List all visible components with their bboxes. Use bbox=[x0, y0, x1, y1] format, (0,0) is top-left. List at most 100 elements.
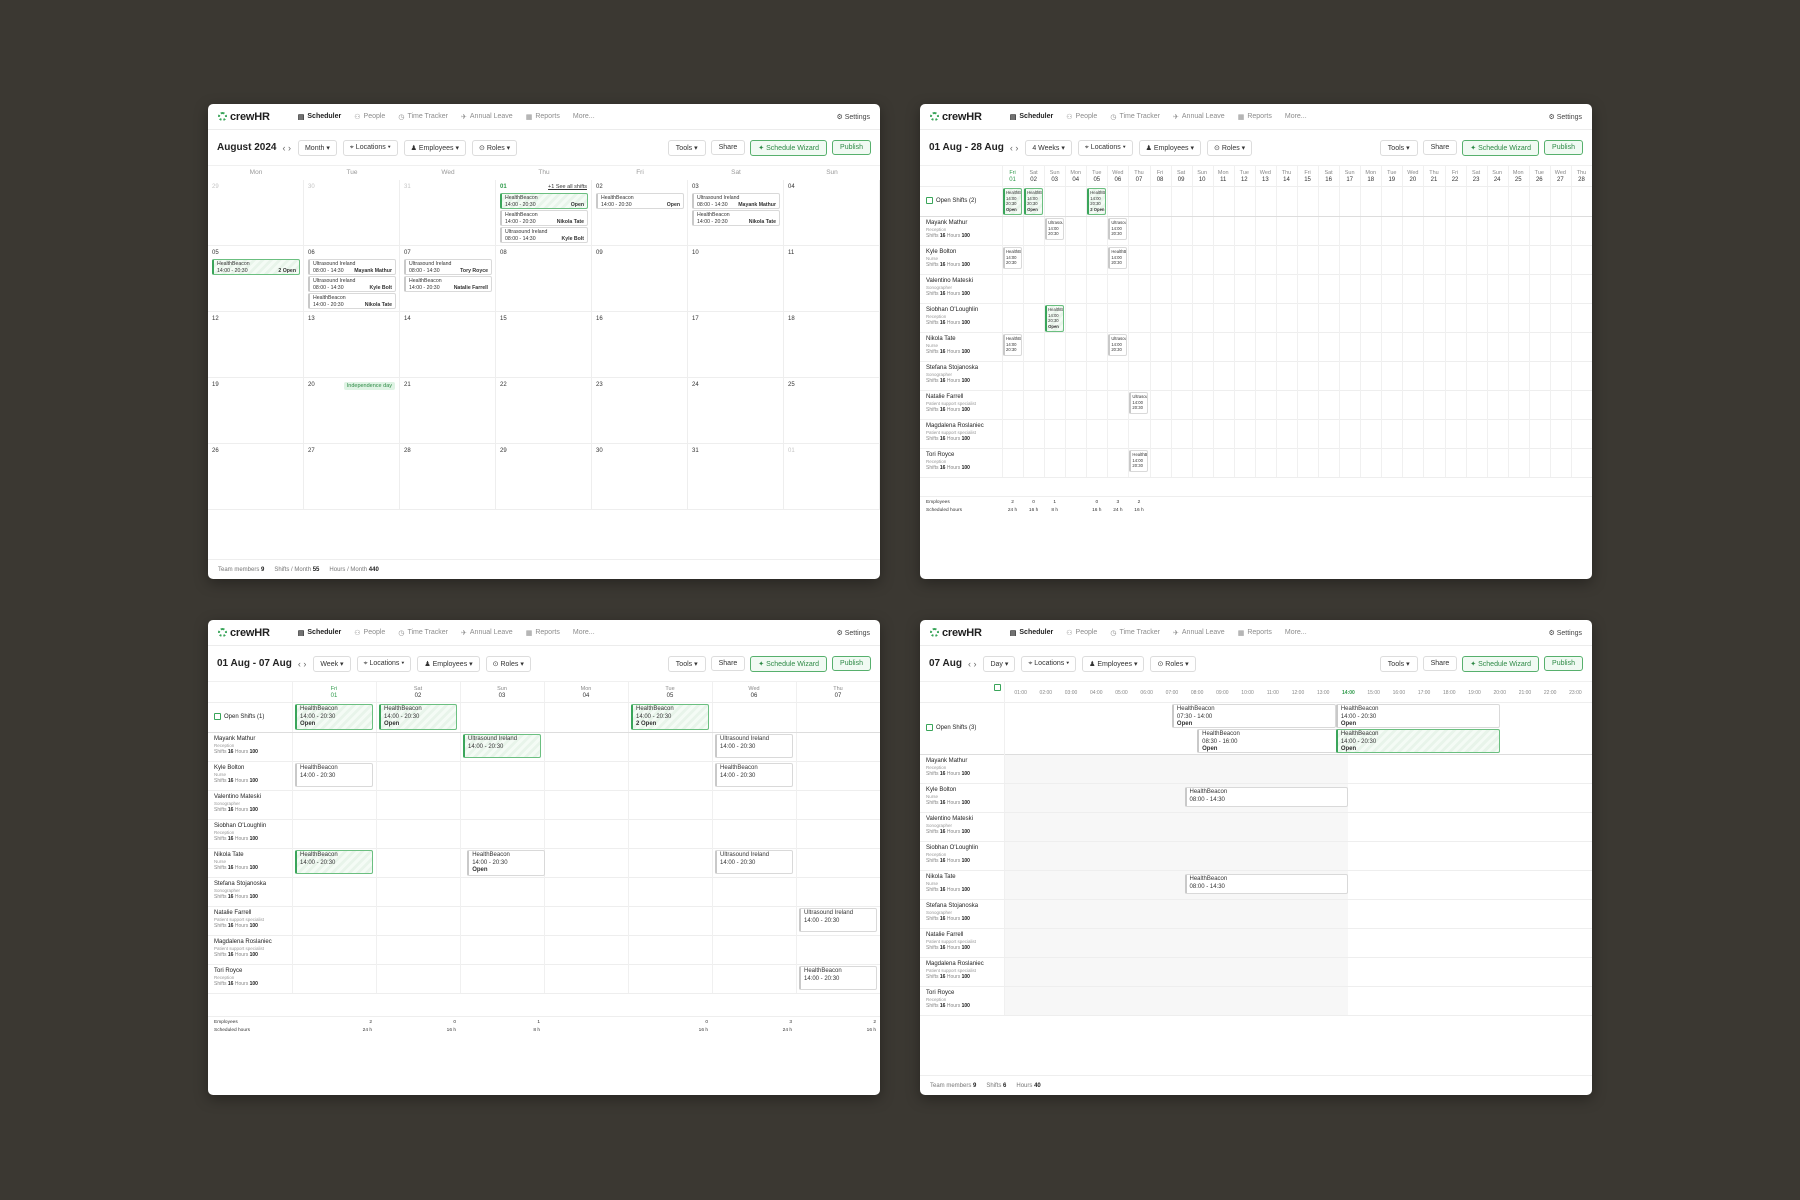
employee-row-label[interactable]: Magdalena Roslaniec Patient support speci… bbox=[926, 423, 984, 443]
share-button[interactable]: Share bbox=[710, 656, 746, 671]
day-column-header[interactable]: Sun 17 bbox=[1339, 170, 1360, 184]
day-cell[interactable]: 16 bbox=[592, 312, 688, 378]
day-cell[interactable]: 30 bbox=[592, 444, 688, 510]
day-cell[interactable]: 31 bbox=[400, 180, 496, 246]
schedule-wizard-button[interactable]: ✦ Schedule Wizard bbox=[1462, 655, 1540, 672]
shift-card[interactable]: Ultrasound Ireland 14:00 - 20:30 bbox=[799, 908, 877, 932]
employee-row-label[interactable]: Nikola Tate Nurse Shifts 16 Hours 100 bbox=[926, 874, 970, 894]
employee-row-label[interactable]: Natalie Farrell Patient support specialis… bbox=[926, 932, 976, 952]
crewhr-logo[interactable]: crewHR bbox=[218, 627, 270, 639]
day-column-header[interactable]: Sat 16 bbox=[1318, 170, 1339, 184]
shift-card[interactable]: HealthBeacon 08:00 - 14:30 bbox=[1184, 787, 1349, 807]
shift-card[interactable]: HealthB 14:00 20:30 2 Open bbox=[1087, 188, 1107, 215]
open-shifts-row-label[interactable]: Open Shifts (2) bbox=[926, 197, 976, 204]
day-cell[interactable]: 08 bbox=[496, 246, 592, 312]
day-column-header[interactable]: Fri 22 bbox=[1445, 170, 1466, 184]
day-column-header[interactable]: Tue 05 bbox=[628, 686, 712, 700]
nav-reports[interactable]: ▦ Reports bbox=[526, 629, 560, 637]
nav-annual-leave[interactable]: ✈ Annual Leave bbox=[1173, 113, 1225, 121]
shift-card[interactable]: Ultrasou 14:00 20:30 bbox=[1129, 392, 1149, 414]
day-column-header[interactable]: Fri 01 bbox=[1002, 170, 1023, 184]
shift-card[interactable]: HealthBeacon 08:00 - 14:30 bbox=[1184, 874, 1349, 894]
shift-card[interactable]: HealthBeacon 14:00 - 20:30 Open bbox=[500, 193, 588, 209]
employee-row-label[interactable]: Magdalena Roslaniec Patient support speci… bbox=[926, 961, 984, 981]
day-column-header[interactable]: Wed 13 bbox=[1255, 170, 1276, 184]
day-column-header[interactable]: Sun 24 bbox=[1487, 170, 1508, 184]
day-cell[interactable]: 01 bbox=[784, 444, 880, 510]
employee-row-label[interactable]: Siobhan O'Loughlin Reception Shifts 16 Hou… bbox=[214, 823, 266, 843]
employee-row-label[interactable]: Tori Royce Reception Shifts 16 Hours 100 bbox=[926, 452, 970, 472]
day-cell[interactable]: 24 bbox=[688, 378, 784, 444]
day-column-header[interactable]: Mon 04 bbox=[1065, 170, 1086, 184]
shift-card[interactable]: HealthBeacon 14:00 - 20:30 Open bbox=[295, 704, 373, 730]
day-column-header[interactable]: Sat 02 bbox=[1023, 170, 1044, 184]
day-cell[interactable]: 10 bbox=[688, 246, 784, 312]
day-cell[interactable]: 12 bbox=[208, 312, 304, 378]
employees-filter[interactable]: ♟ Employees ▾ bbox=[1082, 655, 1145, 672]
day-cell[interactable]: 15 bbox=[496, 312, 592, 378]
nav-reports[interactable]: ▦ Reports bbox=[526, 113, 560, 121]
day-column-header[interactable]: Mon 25 bbox=[1508, 170, 1529, 184]
employee-row-label[interactable]: Natalie Farrell Patient support specialis… bbox=[214, 910, 264, 930]
day-cell[interactable]: 27 bbox=[304, 444, 400, 510]
nav-people[interactable]: ⚇ People bbox=[354, 113, 385, 121]
nav-scheduler[interactable]: ▤ Scheduler bbox=[1010, 629, 1053, 637]
day-column-header[interactable]: Wed 06 bbox=[712, 686, 796, 700]
shift-card[interactable]: HealthBeacon 14:00 - 20:30 Open bbox=[379, 704, 457, 730]
shift-card[interactable]: HealthB 14:00 20:30 Open bbox=[1024, 188, 1044, 215]
employee-row-label[interactable]: Valentino Mateski Sonographer Shifts 16 Ho… bbox=[926, 816, 973, 836]
crewhr-logo[interactable]: crewHR bbox=[930, 627, 982, 639]
tools-button[interactable]: Tools ▾ bbox=[1379, 655, 1418, 672]
nav-time-tracker[interactable]: ◷ Time Tracker bbox=[398, 629, 448, 637]
shift-card[interactable]: Ultrasound Ireland 08:00 - 14:30 Kyle Bolt bbox=[500, 227, 588, 243]
shift-card[interactable]: HealthBeacon 14:00 - 20:30 bbox=[295, 763, 373, 787]
shift-card[interactable]: HealthBeacon 07:30 - 14:00 Open bbox=[1171, 704, 1336, 728]
shift-card[interactable]: HealthBeacon 14:00 - 20:30 Natalie Farrell bbox=[404, 276, 492, 292]
see-all-shifts-link[interactable]: +1 See all shifts bbox=[548, 184, 587, 190]
day-cell[interactable]: 20 Independence day bbox=[304, 378, 400, 444]
employee-row-label[interactable]: Stefana Stojanoska Sonographer Shifts 16 H… bbox=[926, 903, 978, 923]
shift-card[interactable]: Ultrasound Ireland 14:00 - 20:30 bbox=[715, 734, 793, 758]
tools-button[interactable]: Tools ▾ bbox=[667, 655, 706, 672]
roles-filter[interactable]: ⊙ Roles ▾ bbox=[472, 139, 518, 156]
shift-card[interactable]: Ultrasound Ireland 14:00 - 20:30 bbox=[463, 734, 541, 758]
schedule-wizard-button[interactable]: ✦ Schedule Wizard bbox=[1462, 139, 1540, 156]
nav-more[interactable]: More... bbox=[573, 113, 595, 120]
settings-button[interactable]: ⚙ Settings bbox=[1548, 629, 1582, 637]
day-column-header[interactable]: Sat 09 bbox=[1171, 170, 1192, 184]
shift-card[interactable]: Ultrasou 14:00 20:30 bbox=[1108, 218, 1128, 240]
nav-annual-leave[interactable]: ✈ Annual Leave bbox=[461, 629, 513, 637]
crewhr-logo[interactable]: crewHR bbox=[218, 111, 270, 123]
nav-people[interactable]: ⚇ People bbox=[1066, 629, 1097, 637]
employee-row-label[interactable]: Stefana Stojanoska Sonographer Shifts 16 H… bbox=[214, 881, 266, 901]
shift-card[interactable]: HealthBeacon 14:00 - 20:30 Nikola Tate bbox=[692, 210, 780, 226]
day-cell[interactable]: 13 bbox=[304, 312, 400, 378]
shift-card[interactable]: HealthBeacon 14:00 - 20:30 2 Open bbox=[212, 259, 300, 275]
roles-filter[interactable]: ⊙ Roles ▾ bbox=[485, 655, 531, 672]
roles-filter[interactable]: ⊙ Roles ▾ bbox=[1150, 655, 1196, 672]
shift-card[interactable]: HealthB 14:00 20:30 Open bbox=[1045, 305, 1065, 332]
shift-card[interactable]: Ultrasound Ireland 08:00 - 14:30 Mayank Ma… bbox=[692, 193, 780, 209]
shift-card[interactable]: HealthB 14:00 20:30 bbox=[1003, 247, 1023, 269]
nav-annual-leave[interactable]: ✈ Annual Leave bbox=[461, 113, 513, 121]
nav-more[interactable]: More... bbox=[573, 629, 595, 636]
day-cell[interactable]: 02 bbox=[592, 180, 688, 246]
schedule-wizard-button[interactable]: ✦ Schedule Wizard bbox=[750, 139, 828, 156]
locations-filter[interactable]: ⌖ Locations ▾ bbox=[342, 139, 398, 156]
day-column-header[interactable]: Tue 12 bbox=[1234, 170, 1255, 184]
employee-row-label[interactable]: Nikola Tate Nurse Shifts 16 Hours 100 bbox=[214, 852, 258, 872]
shift-card[interactable]: HealthB 14:00 20:30 bbox=[1129, 450, 1149, 472]
day-cell[interactable]: 18 bbox=[784, 312, 880, 378]
share-button[interactable]: Share bbox=[1422, 140, 1458, 155]
shift-card[interactable]: HealthB 14:00 20:30 bbox=[1003, 334, 1023, 356]
day-column-header[interactable]: Thu 28 bbox=[1571, 170, 1592, 184]
shift-card[interactable]: HealthBeacon 14:00 - 20:30 Open bbox=[1335, 704, 1500, 728]
day-cell[interactable]: 14 bbox=[400, 312, 496, 378]
shift-card[interactable]: Ultrasound Ireland 08:00 - 14:30 Tory Royc… bbox=[404, 259, 492, 275]
day-column-header[interactable]: Tue 26 bbox=[1529, 170, 1550, 184]
employees-filter[interactable]: ♟ Employees ▾ bbox=[1138, 139, 1201, 156]
shift-card[interactable]: HealthBeacon 14:00 - 20:30 bbox=[295, 850, 373, 874]
day-column-header[interactable]: Fri 15 bbox=[1297, 170, 1318, 184]
shift-card[interactable]: HealthBeacon 14:00 - 20:30 Open bbox=[1335, 729, 1500, 753]
crewhr-logo[interactable]: crewHR bbox=[930, 111, 982, 123]
